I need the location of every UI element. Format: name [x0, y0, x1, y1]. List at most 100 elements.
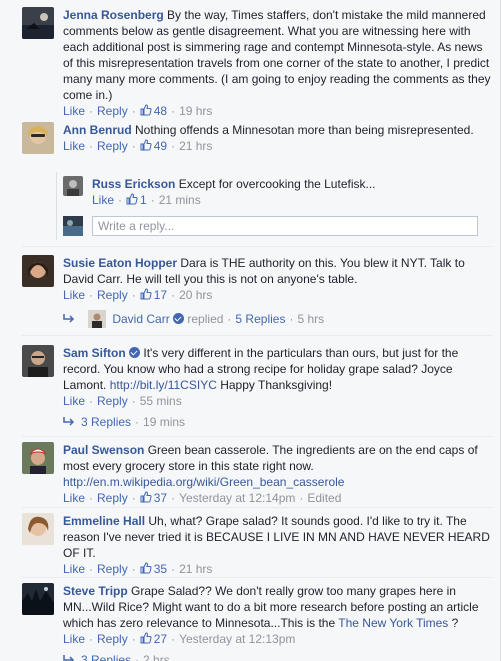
avatar[interactable] — [22, 513, 54, 545]
write-reply-input[interactable]: Write a reply... — [92, 216, 478, 236]
comment-actions: Like · Reply · 27 · Yesterday at 12:13pm — [63, 631, 493, 647]
avatar[interactable] — [22, 442, 54, 474]
like-count-value: 48 — [153, 104, 168, 118]
comment-link[interactable]: http://bit.ly/11CSIYC — [110, 378, 217, 392]
commenter-name[interactable]: Jenna Rosenberg — [63, 8, 164, 22]
separator: · — [135, 415, 140, 429]
avatar[interactable] — [22, 345, 54, 377]
avatar — [88, 310, 107, 328]
timestamp[interactable]: 21 mins — [159, 193, 201, 207]
replies-count[interactable]: 3 Replies — [81, 415, 131, 429]
divider — [22, 507, 493, 508]
commenter-name[interactable]: Ann Benrud — [63, 123, 132, 137]
like-count[interactable]: 37 — [140, 491, 167, 505]
current-user-avatar — [63, 216, 83, 236]
thumbs-up-icon — [140, 491, 152, 503]
like-count-value: 35 — [153, 562, 168, 576]
thumbs-up-icon — [140, 288, 152, 300]
separator: · — [131, 394, 136, 408]
replies-count[interactable]: 3 Replies — [81, 653, 131, 661]
commenter-name[interactable]: Emmeline Hall — [63, 514, 145, 528]
commenter-name[interactable]: Sam Sifton — [63, 346, 126, 360]
thumbs-up-icon — [140, 632, 152, 644]
timestamp[interactable]: 19 mins — [143, 415, 185, 429]
separator: · — [131, 104, 136, 118]
timestamp[interactable]: Yesterday at 12:13pm — [179, 632, 295, 646]
like-button[interactable]: Like — [63, 632, 85, 646]
reply-button[interactable]: Reply — [97, 104, 128, 118]
like-count-value: 1 — [140, 193, 147, 207]
commenter-name[interactable]: Steve Tripp — [63, 584, 128, 598]
replies-summary-david-carr[interactable]: David Carr replied · 5 Replies · 5 hrs — [63, 310, 324, 328]
reply-button[interactable]: Reply — [97, 139, 128, 153]
avatar[interactable] — [22, 583, 54, 615]
timestamp[interactable]: 21 hrs — [179, 562, 212, 576]
timestamp[interactable]: 19 hrs — [179, 104, 212, 118]
timestamp[interactable]: 21 hrs — [179, 139, 212, 153]
separator: · — [89, 394, 94, 408]
separator: · — [131, 288, 136, 302]
like-count-value: 37 — [153, 491, 168, 505]
separator: · — [131, 139, 136, 153]
comment-link[interactable]: http://en.m.wikipedia.org/wiki/Green_bea… — [63, 475, 344, 489]
separator: · — [89, 632, 94, 646]
timestamp[interactable]: 2 hrs — [143, 653, 170, 661]
separator: · — [150, 193, 155, 207]
separator: · — [171, 632, 176, 646]
thumbs-up-icon — [140, 139, 152, 151]
reply-button[interactable]: Reply — [97, 491, 128, 505]
commenter-name[interactable]: Russ Erickson — [92, 177, 175, 191]
thumbs-up-icon — [140, 104, 152, 116]
like-button[interactable]: Like — [63, 394, 85, 408]
avatar[interactable] — [22, 255, 54, 287]
separator: · — [131, 562, 136, 576]
reply-button[interactable]: Reply — [97, 394, 128, 408]
replies-count[interactable]: 5 Replies — [235, 312, 285, 326]
page-mention-link[interactable]: The New York Times — [338, 616, 448, 630]
reply-arrow-icon — [63, 417, 75, 426]
timestamp[interactable]: 20 hrs — [179, 288, 212, 302]
like-count[interactable]: 49 — [140, 139, 167, 153]
timestamp[interactable]: 5 hrs — [297, 312, 324, 326]
like-count[interactable]: 1 — [126, 193, 147, 207]
like-button[interactable]: Like — [63, 562, 85, 576]
avatar[interactable] — [63, 176, 83, 196]
like-button[interactable]: Like — [63, 288, 85, 302]
reply-button[interactable]: Reply — [97, 288, 128, 302]
separator: · — [135, 653, 140, 661]
comment-actions: Like · 1 · 21 mins — [92, 192, 493, 208]
like-count[interactable]: 27 — [140, 632, 167, 646]
commenter-name[interactable]: Paul Swenson — [63, 443, 144, 457]
replier-name[interactable]: David Carr — [112, 312, 169, 326]
separator: · — [171, 562, 176, 576]
like-count[interactable]: 35 — [140, 562, 167, 576]
commenter-name[interactable]: Susie Eaton Hopper — [63, 256, 177, 270]
comment-text-after: ? — [451, 616, 459, 630]
verified-badge-icon — [173, 313, 185, 324]
replies-summary-steve-tripp[interactable]: 3 Replies · 2 hrs — [63, 652, 170, 661]
comment-actions: Like · Reply · 37 · Yesterday at 12:14pm · Edite… — [63, 490, 493, 506]
separator: · — [89, 562, 94, 576]
like-count[interactable]: 17 — [140, 288, 167, 302]
timestamp[interactable]: Yesterday at 12:14pm — [179, 491, 295, 505]
comment-actions: Like · Reply · 49 · 21 hrs — [63, 138, 493, 154]
separator: · — [118, 193, 123, 207]
reply-button[interactable]: Reply — [97, 562, 128, 576]
like-count-value: 17 — [153, 288, 168, 302]
avatar[interactable] — [22, 122, 54, 154]
like-button[interactable]: Like — [63, 104, 85, 118]
avatar[interactable] — [22, 7, 54, 39]
like-button[interactable]: Like — [92, 193, 114, 207]
like-button[interactable]: Like — [63, 491, 85, 505]
like-count-value: 49 — [153, 139, 168, 153]
separator: · — [89, 288, 94, 302]
like-button[interactable]: Like — [63, 139, 85, 153]
like-count[interactable]: 48 — [140, 104, 167, 118]
replies-summary-sam-sifton[interactable]: 3 Replies · 19 mins — [63, 414, 185, 430]
comment-text: By the way, Times staffers, don't mistak… — [63, 8, 491, 102]
reply-button[interactable]: Reply — [97, 632, 128, 646]
reply-arrow-icon — [63, 314, 75, 323]
verified-badge-icon — [129, 347, 141, 358]
timestamp[interactable]: 55 mins — [140, 394, 182, 408]
edited-label[interactable]: Edited — [307, 491, 341, 505]
